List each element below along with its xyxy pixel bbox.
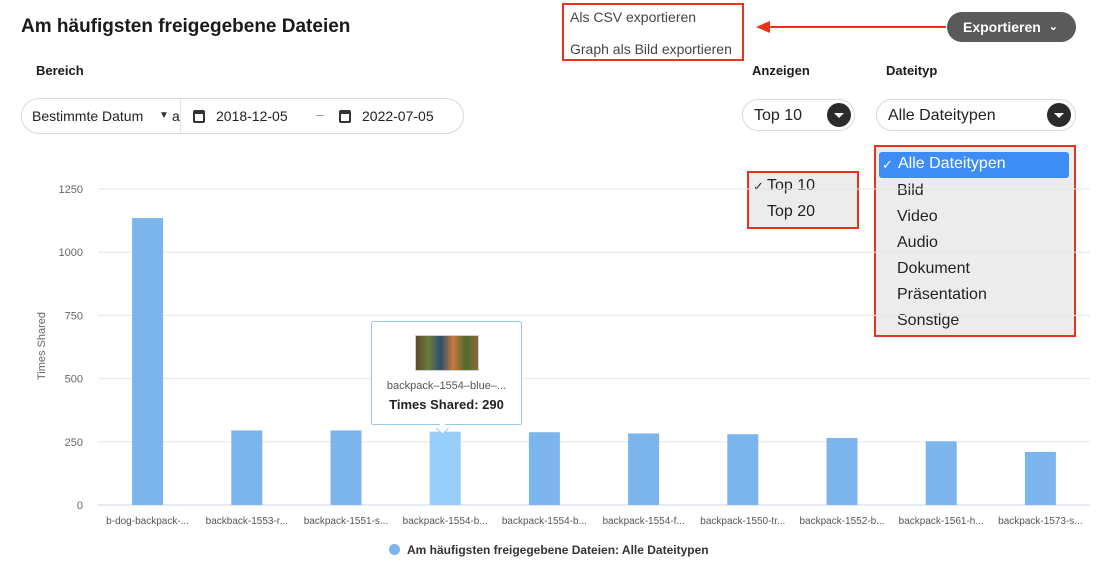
bar[interactable] [727, 434, 759, 505]
annotation-arrow-line [768, 26, 946, 28]
x-tick-label: backpack-1554-f... [602, 516, 684, 527]
bar-tooltip: backpack–1554–blue–... Times Shared: 290 [371, 321, 522, 425]
x-tick-label: backpack-1552-b... [799, 516, 884, 527]
bar[interactable] [132, 218, 164, 505]
y-tick-label: 250 [65, 437, 83, 449]
top-n-option[interactable]: Top 10 [767, 177, 815, 195]
range-select[interactable]: Bestimmte Datum [32, 108, 143, 124]
export-csv-item[interactable]: Als CSV exportieren [570, 9, 696, 25]
range-select-overflow: a [172, 108, 180, 124]
file-type-option[interactable]: Sonstige [897, 312, 959, 330]
bar[interactable] [628, 433, 660, 505]
bar[interactable] [231, 430, 263, 505]
file-type-select-value: Alle Dateitypen [888, 107, 996, 124]
show-label: Anzeigen [752, 63, 810, 78]
x-tick-label: b-dog-backpack-... [106, 516, 189, 527]
file-type-option[interactable]: Audio [897, 234, 938, 252]
file-type-option[interactable]: Präsentation [897, 286, 987, 304]
file-type-option[interactable]: Dokument [897, 260, 970, 278]
export-button[interactable]: Exportieren ⌄ [947, 12, 1076, 42]
x-tick-label: backpack-1554-b... [502, 516, 587, 527]
check-icon: ✓ [753, 179, 764, 194]
y-tick-label: 1250 [59, 184, 83, 196]
bar[interactable] [1024, 451, 1056, 505]
chart-legend[interactable]: Am häufigsten freigegebene Dateien: Alle… [389, 543, 709, 557]
tooltip-file-name: backpack–1554–blue–... [386, 380, 507, 392]
x-tick-label: backback-1553-r... [206, 516, 288, 527]
date-separator: – [316, 106, 324, 122]
dropdown-toggle-icon[interactable] [827, 103, 851, 127]
file-type-menu: ✓ Alle Dateitypen Bild Video Audio Dokum… [874, 145, 1076, 337]
page-title: Am häufigsten freigegebene Dateien [21, 16, 351, 37]
y-tick-label: 0 [77, 500, 83, 512]
annotation-arrow-head [756, 21, 770, 33]
y-axis-title: Times Shared [36, 312, 48, 380]
bar[interactable] [429, 431, 461, 505]
bar[interactable] [330, 430, 362, 505]
bar[interactable] [826, 438, 858, 505]
y-tick-label: 1000 [59, 247, 83, 259]
file-type-option-label: Alle Dateitypen [898, 155, 1006, 172]
top-n-menu: ✓ Top 10 Top 20 [747, 171, 859, 229]
export-image-item[interactable]: Graph als Bild exportieren [570, 41, 732, 57]
x-tick-label: backpack-1561-h... [899, 516, 984, 527]
date-to-input[interactable]: 2022-07-05 [362, 108, 434, 124]
y-tick-label: 750 [65, 310, 83, 322]
bar[interactable] [925, 441, 957, 505]
range-label: Bereich [36, 63, 84, 78]
file-type-select[interactable]: Alle Dateitypen [876, 99, 1076, 131]
type-label: Dateityp [886, 63, 938, 78]
calendar-icon[interactable] [193, 110, 205, 123]
export-button-label: Exportieren [963, 19, 1041, 35]
legend-label: Am häufigsten freigegebene Dateien: Alle… [407, 543, 709, 557]
legend-marker [389, 544, 400, 555]
check-icon: ✓ [882, 157, 893, 172]
tooltip-value: Times Shared: 290 [389, 397, 504, 412]
x-tick-label: backpack-1554-b... [403, 516, 488, 527]
dropdown-toggle-icon[interactable] [1047, 103, 1071, 127]
x-tick-label: backpack-1551-s... [304, 516, 389, 527]
x-tick-label: backpack-1550-tr... [700, 516, 785, 527]
date-from-input[interactable]: 2018-12-05 [216, 108, 288, 124]
file-type-option[interactable]: Bild [897, 182, 924, 200]
export-menu: Als CSV exportieren Graph als Bild expor… [562, 3, 744, 61]
caret-down-icon: ▼ [159, 110, 169, 121]
top-n-option[interactable]: Top 20 [767, 203, 815, 221]
top-n-select[interactable]: Top 10 [742, 99, 855, 131]
calendar-icon[interactable] [339, 110, 351, 123]
x-tick-label: backpack-1573-s... [998, 516, 1083, 527]
top-n-select-value: Top 10 [754, 107, 803, 124]
file-type-option[interactable]: Video [897, 208, 938, 226]
file-thumbnail [415, 335, 479, 371]
y-tick-label: 500 [65, 374, 83, 386]
file-type-option-selected[interactable]: ✓ Alle Dateitypen [879, 152, 1069, 178]
range-divider [180, 99, 181, 133]
bar[interactable] [528, 432, 560, 505]
chevron-down-icon: ⌄ [1048, 21, 1058, 33]
range-select-value: Bestimmte Datum [32, 108, 144, 124]
